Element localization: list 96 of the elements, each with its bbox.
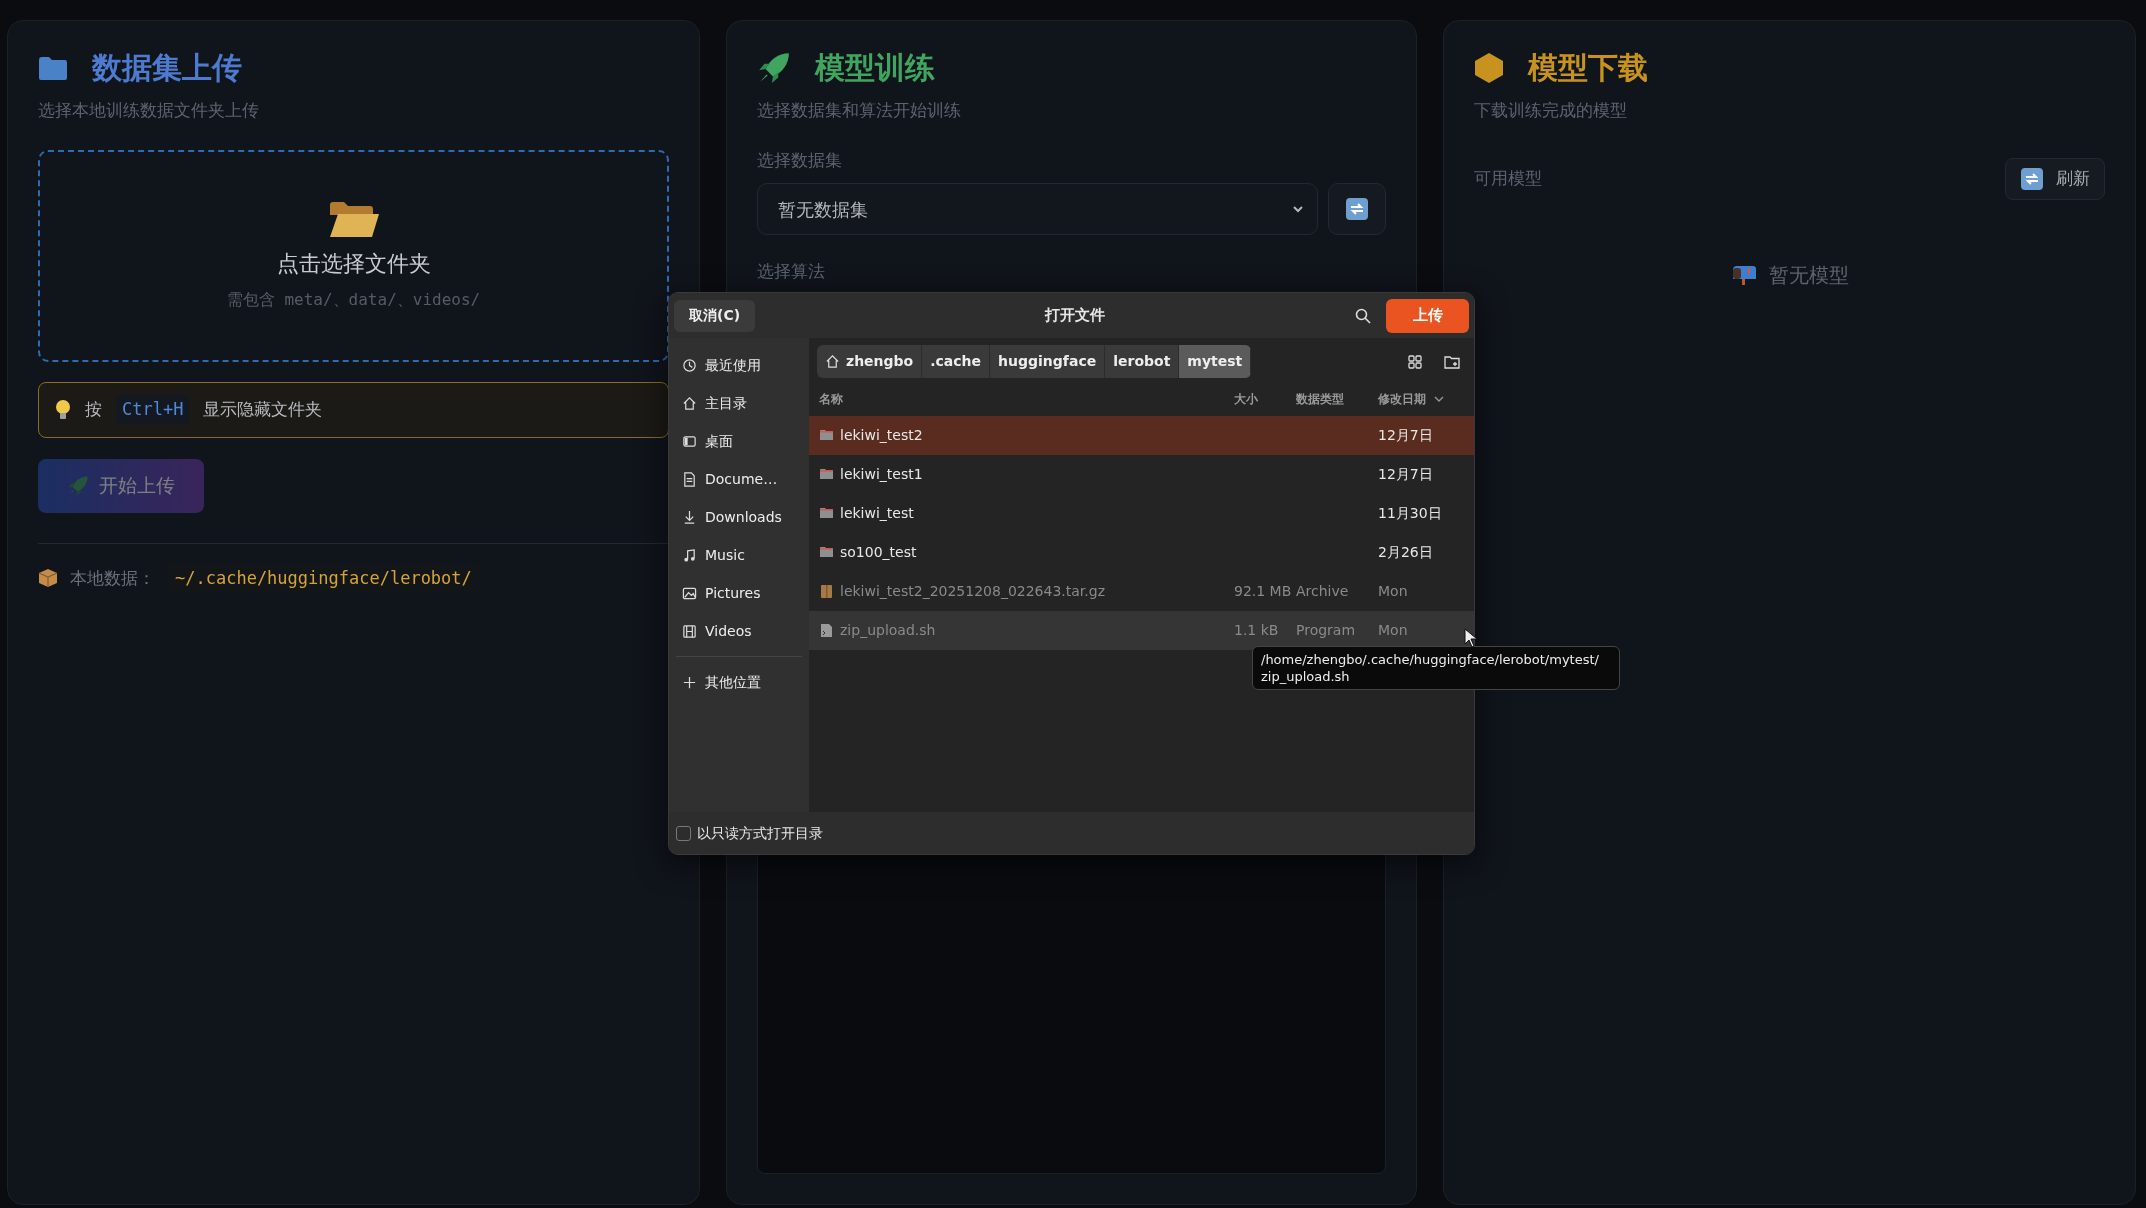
sidebar-item[interactable]: Docume… — [676, 460, 802, 498]
dataset-select[interactable]: 暂无数据集 — [757, 183, 1318, 235]
sidebar-item[interactable]: 其他位置 — [676, 663, 802, 701]
package-icon — [38, 568, 58, 589]
search-icon[interactable] — [1355, 307, 1371, 324]
file-name: lekiwi_test — [840, 504, 914, 523]
file-size: 92.1 MB — [1234, 582, 1293, 601]
refresh-icon — [2020, 166, 2044, 191]
column-header[interactable]: 大小 — [1234, 392, 1258, 406]
upload-button[interactable]: 上传 — [1386, 298, 1469, 333]
sidebar-item[interactable]: 桌面 — [676, 422, 802, 460]
hint-text: 显示隐藏文件夹 — [203, 397, 323, 421]
path-button[interactable]: huggingface — [990, 345, 1106, 378]
new-folder-icon[interactable] — [1444, 354, 1460, 369]
column-header[interactable]: 名称 — [819, 392, 843, 406]
local-data-label: 本地数据： — [70, 566, 155, 590]
panel-subtitle: 选择数据集和算法开始训练 — [757, 99, 962, 122]
folder-dropzone[interactable]: 点击选择文件夹 需包含 meta/、data/、videos/ — [38, 149, 669, 362]
rocket-icon — [67, 474, 89, 497]
refresh-icon — [1345, 197, 1369, 221]
mouse-cursor-icon — [1464, 628, 1478, 648]
cancel-button[interactable]: 取消(C) — [674, 299, 756, 332]
shortcut-key: Ctrl+H — [116, 394, 190, 425]
file-row[interactable]: lekiwi_test 11月30日 — [809, 494, 1474, 533]
file-date: 12月7日 — [1378, 426, 1434, 445]
folder-icon — [819, 467, 834, 482]
file-date: 12月7日 — [1378, 465, 1434, 484]
file-name: lekiwi_test1 — [840, 465, 923, 484]
sidebar-window-icon — [682, 433, 697, 449]
sidebar-item[interactable]: 最近使用 — [676, 346, 802, 384]
rocket-icon — [757, 50, 791, 85]
sidebar-item[interactable]: Videos — [676, 612, 802, 650]
folder-icon — [819, 545, 834, 560]
folder-icon — [38, 54, 68, 81]
checkbox-label: 以只读方式打开目录 — [697, 823, 823, 843]
path-button[interactable]: mytest — [1179, 345, 1252, 378]
home-icon — [682, 395, 697, 411]
sidebar-item[interactable]: Music — [676, 536, 802, 574]
folder-icon — [819, 506, 834, 521]
path-button[interactable]: zhengbo — [817, 345, 923, 378]
plus-icon — [682, 674, 697, 690]
script-file-icon — [819, 623, 834, 638]
panel-title: 模型训练 — [815, 49, 935, 87]
file-row[interactable]: lekiwi_test1 12月7日 — [809, 455, 1474, 494]
file-row[interactable]: lekiwi_test2 12月7日 — [809, 416, 1474, 455]
document-icon — [682, 471, 697, 487]
file-row[interactable]: zip_upload.sh 1.1 kB Program Mon — [809, 611, 1474, 650]
mailbox-icon — [1730, 263, 1757, 286]
file-row[interactable]: lekiwi_test2_20251208_022643.tar.gz 92.1 MB Archive Mon — [809, 572, 1474, 611]
archive-icon — [819, 584, 834, 599]
file-row[interactable]: so100_test 2月26日 — [809, 533, 1474, 572]
picture-icon — [682, 585, 697, 601]
sort-chevron-icon — [1434, 394, 1444, 404]
file-date: 2月26日 — [1378, 543, 1434, 562]
file-name: lekiwi_test2_20251208_022643.tar.gz — [840, 582, 1105, 601]
file-date: Mon — [1378, 621, 1409, 640]
file-type: Program — [1296, 621, 1357, 640]
bulb-icon — [55, 398, 71, 421]
file-name: lekiwi_test2 — [840, 426, 923, 445]
home-icon — [825, 354, 840, 369]
file-type: Archive — [1296, 582, 1350, 601]
panel-subtitle: 选择本地训练数据文件夹上传 — [38, 99, 260, 122]
section-label: 可用模型 — [1474, 166, 1542, 190]
music-note-icon — [682, 547, 697, 563]
file-size: 1.1 kB — [1234, 621, 1280, 640]
dropzone-hint: 需包含 meta/、data/、videos/ — [226, 289, 481, 311]
file-name: so100_test — [840, 543, 917, 562]
download-icon — [682, 509, 697, 525]
open-folder-icon — [327, 199, 380, 239]
tooltip: /home/zhengbo/.cache/huggingface/lerobot/mytest/ zip_upload.sh — [1252, 646, 1620, 690]
panel-title: 数据集上传 — [92, 49, 242, 87]
dialog-title: 打开文件 — [1043, 305, 1107, 327]
file-name: zip_upload.sh — [840, 621, 936, 640]
file-date: 11月30日 — [1378, 504, 1443, 523]
file-date: Mon — [1378, 582, 1409, 601]
column-header[interactable]: 数据类型 — [1296, 392, 1344, 406]
path-button[interactable]: .cache — [922, 345, 991, 378]
panel-title: 模型下载 — [1528, 49, 1648, 87]
field-label: 选择算法 — [757, 260, 826, 283]
column-header[interactable]: 修改日期 — [1378, 390, 1426, 408]
clock-icon — [682, 357, 697, 373]
readonly-checkbox[interactable] — [676, 825, 691, 841]
folder-icon — [819, 428, 834, 443]
hint-text: 按 — [85, 397, 102, 421]
empty-state-text: 暂无模型 — [1768, 261, 1849, 289]
refresh-button[interactable] — [1328, 183, 1386, 235]
sidebar-item[interactable]: Pictures — [676, 574, 802, 612]
sidebar-item[interactable]: 主目录 — [676, 384, 802, 422]
dropzone-title: 点击选择文件夹 — [276, 250, 431, 278]
sidebar-item[interactable]: Downloads — [676, 498, 802, 536]
field-label: 选择数据集 — [757, 148, 843, 172]
film-icon — [682, 623, 697, 639]
refresh-button[interactable]: 刷新 — [2005, 157, 2105, 200]
hexagon-icon — [1474, 51, 1504, 84]
panel-subtitle: 下载训练完成的模型 — [1474, 99, 1628, 122]
grid-view-icon[interactable] — [1408, 354, 1422, 369]
